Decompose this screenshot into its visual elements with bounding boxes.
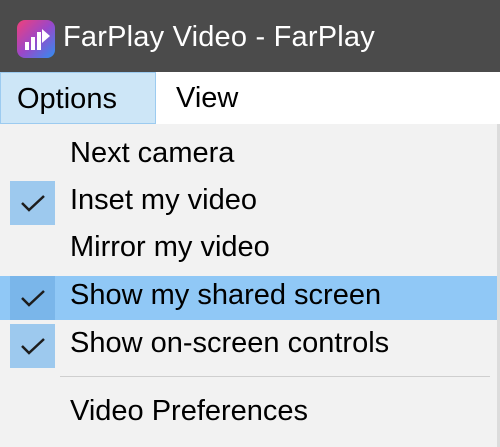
checkmark-icon bbox=[10, 181, 55, 225]
menu-item-label: Show my shared screen bbox=[70, 279, 382, 311]
menu-item-label: Next camera bbox=[70, 137, 235, 169]
window-title: FarPlay Video - FarPlay bbox=[63, 21, 375, 53]
menu-item-inset-my-video[interactable]: Inset my video bbox=[0, 181, 497, 225]
menu-view[interactable]: View bbox=[160, 72, 254, 124]
checkmark-icon bbox=[10, 276, 55, 320]
options-dropdown-menu: Next camera Inset my video Mirror my vid… bbox=[0, 124, 500, 447]
menu-bar: Options View bbox=[0, 72, 500, 125]
title-bar: FarPlay Video - FarPlay bbox=[0, 0, 500, 72]
menu-item-show-on-screen-controls[interactable]: Show on-screen controls bbox=[0, 324, 497, 368]
farplay-app-icon bbox=[17, 20, 55, 58]
menu-item-label: Mirror my video bbox=[70, 231, 270, 263]
menu-item-next-camera[interactable]: Next camera bbox=[0, 134, 497, 178]
menu-item-show-my-shared-screen[interactable]: Show my shared screen bbox=[0, 276, 497, 320]
menu-separator bbox=[60, 376, 490, 377]
menu-item-label: Inset my video bbox=[70, 184, 257, 216]
menu-item-mirror-my-video[interactable]: Mirror my video bbox=[0, 228, 497, 272]
menu-options[interactable]: Options bbox=[0, 72, 156, 124]
menu-item-label: Show on-screen controls bbox=[70, 327, 390, 359]
menu-item-video-preferences[interactable]: Video Preferences bbox=[0, 392, 497, 436]
menu-item-label: Video Preferences bbox=[70, 395, 309, 427]
checkmark-icon bbox=[10, 324, 55, 368]
